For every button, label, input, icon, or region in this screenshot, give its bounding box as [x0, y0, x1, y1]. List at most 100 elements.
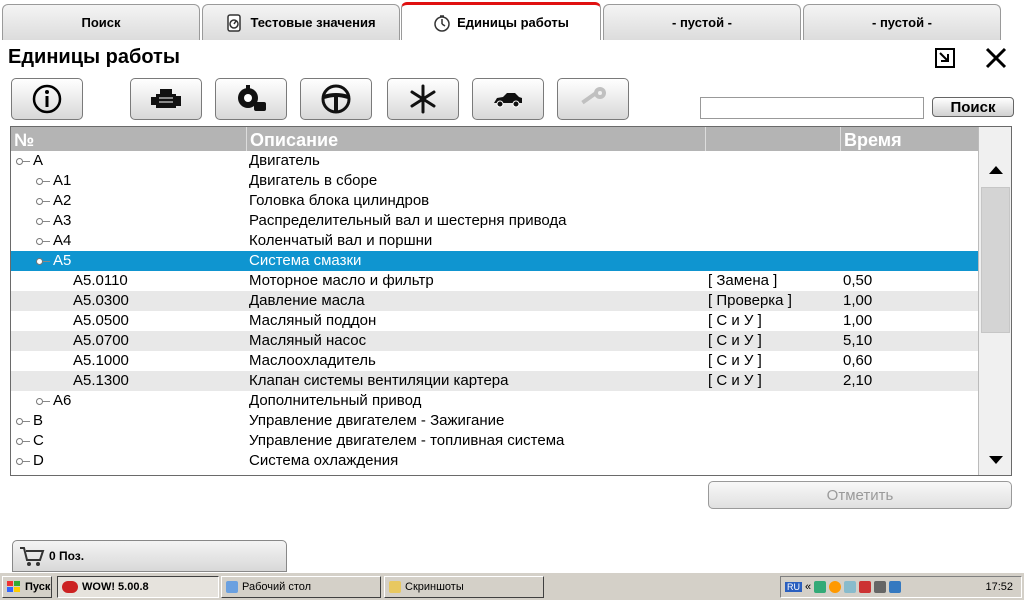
- tree-expander-icon[interactable]: [36, 258, 43, 265]
- cell-code: A3: [53, 212, 72, 229]
- info-button[interactable]: [11, 78, 83, 120]
- tree-connector: [43, 241, 50, 242]
- header-description[interactable]: Описание: [247, 127, 706, 151]
- scroll-up-button[interactable]: [979, 155, 1011, 185]
- cell-description: Масляный поддон: [249, 312, 377, 329]
- taskbar-item-screenshots[interactable]: Скриншоты: [384, 576, 544, 598]
- table-row[interactable]: A5.0700 Масляный насос [ С и У ] 5,10: [11, 331, 978, 351]
- security-icon[interactable]: [859, 581, 872, 593]
- clock-icon: [434, 14, 450, 32]
- info-icon: [32, 84, 62, 114]
- cell-operation: [ С и У ]: [708, 372, 762, 389]
- cart-count: 0 Поз.: [49, 549, 85, 563]
- tree-connector: [23, 441, 30, 442]
- tree-expander-icon[interactable]: [16, 458, 23, 465]
- tab-label: - пустой -: [872, 15, 932, 30]
- close-button[interactable]: [984, 46, 1008, 70]
- cell-time: 0,50: [843, 272, 873, 289]
- table-row[interactable]: A5.0300 Давление масла [ Проверка ] 1,00: [11, 291, 978, 311]
- header-code[interactable]: №: [11, 127, 247, 151]
- taskbar-item-desktop[interactable]: Рабочий стол: [221, 576, 381, 598]
- cell-code: A5: [53, 252, 72, 269]
- tree-expander-icon[interactable]: [36, 198, 43, 205]
- update-icon[interactable]: [829, 581, 842, 593]
- climate-button[interactable]: [387, 78, 459, 120]
- cell-operation: [ С и У ]: [708, 312, 762, 329]
- gauge-icon: [227, 13, 242, 32]
- body-button[interactable]: [472, 78, 544, 120]
- restore-button[interactable]: [933, 46, 957, 70]
- header-time[interactable]: Время: [841, 127, 978, 151]
- table-row[interactable]: A5 Система смазки: [11, 251, 978, 271]
- tree-expander-icon[interactable]: [16, 418, 23, 425]
- cell-operation: [ Замена ]: [708, 272, 778, 289]
- search-button[interactable]: Поиск: [932, 97, 1014, 117]
- cell-code: B: [33, 412, 44, 429]
- cart-button[interactable]: 0 Поз.: [12, 540, 287, 572]
- table-row[interactable]: A5.0110 Моторное масло и фильтр [ Замена ]…: [11, 271, 978, 291]
- tree-expander-icon[interactable]: [36, 398, 43, 405]
- language-indicator[interactable]: RU: [785, 582, 802, 592]
- table-row[interactable]: A5.1300 Клапан системы вентиляции картера…: [11, 371, 978, 391]
- cell-code: A5.0700: [73, 332, 129, 349]
- cell-code: A5.1000: [73, 352, 129, 369]
- tree-expander-icon[interactable]: [36, 178, 43, 185]
- table-row[interactable]: A2 Головка блока цилиндров: [11, 191, 978, 211]
- table-row[interactable]: A3 Распределительный вал и шестерня приво…: [11, 211, 978, 231]
- scroll-down-button[interactable]: [979, 445, 1011, 475]
- scrollbar[interactable]: [978, 127, 1011, 475]
- table-row[interactable]: A5.0500 Масляный поддон [ С и У ] 1,00: [11, 311, 978, 331]
- cell-time: 1,00: [843, 312, 873, 329]
- tree-connector: [43, 181, 50, 182]
- cell-code: A: [33, 152, 44, 169]
- start-button[interactable]: Пуск: [2, 576, 52, 598]
- header-operation[interactable]: [706, 127, 841, 151]
- table-row[interactable]: A1 Двигатель в сборе: [11, 171, 978, 191]
- tab-work-units[interactable]: Единицы работы: [401, 2, 601, 40]
- transmission-button[interactable]: [215, 78, 287, 120]
- tab-test-values[interactable]: Тестовые значения: [202, 4, 400, 40]
- cart-icon: [20, 547, 45, 566]
- cell-operation: [ С и У ]: [708, 352, 762, 369]
- tree-expander-icon[interactable]: [16, 438, 23, 445]
- tab-label: Поиск: [81, 15, 121, 30]
- table-row[interactable]: A6 Дополнительный привод: [11, 391, 978, 411]
- transmission-icon: [238, 85, 266, 111]
- key-button[interactable]: [557, 78, 629, 120]
- mark-button[interactable]: Отметить: [708, 481, 1012, 509]
- table-row[interactable]: A Двигатель: [11, 151, 978, 171]
- volume-icon[interactable]: [874, 581, 887, 593]
- tray-expand-icon[interactable]: «: [805, 581, 811, 593]
- tree-connector: [43, 221, 50, 222]
- cell-description: Давление масла: [249, 292, 365, 309]
- tree-expander-icon[interactable]: [36, 238, 43, 245]
- steering-wheel-icon: [321, 84, 351, 114]
- table-row[interactable]: D Система охлаждения: [11, 451, 978, 471]
- table-row[interactable]: B Управление двигателем - Зажигание: [11, 411, 978, 431]
- table-row[interactable]: A4 Коленчатый вал и поршни: [11, 231, 978, 251]
- tab-empty-2[interactable]: - пустой -: [803, 4, 1001, 40]
- printer-icon[interactable]: [844, 581, 857, 593]
- taskbar-item-wow[interactable]: WOW! 5.00.8: [57, 576, 219, 598]
- cell-description: Управление двигателем - топливная систем…: [249, 432, 565, 449]
- tab-empty-1[interactable]: - пустой -: [603, 4, 801, 40]
- table-row[interactable]: C Управление двигателем - топливная систе…: [11, 431, 978, 451]
- tree-expander-icon[interactable]: [36, 218, 43, 225]
- network-icon[interactable]: [814, 581, 827, 593]
- steering-button[interactable]: [300, 78, 372, 120]
- cell-description: Моторное масло и фильтр: [249, 272, 434, 289]
- system-tray: RU « 17:52: [780, 576, 1022, 598]
- display-icon[interactable]: [889, 581, 902, 593]
- tree-expander-icon[interactable]: [16, 158, 23, 165]
- cell-code: A5.0300: [73, 292, 129, 309]
- table-row[interactable]: A5.1000 Маслоохладитель [ С и У ] 0,60: [11, 351, 978, 371]
- cell-operation: [ Проверка ]: [708, 292, 792, 309]
- close-icon: [985, 47, 1007, 69]
- scroll-thumb[interactable]: [981, 187, 1010, 333]
- tab-search[interactable]: Поиск: [2, 4, 200, 40]
- wow-app-icon: [62, 581, 78, 593]
- search-input[interactable]: [700, 97, 924, 119]
- table-body: A Двигатель A1 Двигатель в сборе A2 Головка б…: [11, 151, 978, 471]
- cell-description: Двигатель: [249, 152, 320, 169]
- engine-button[interactable]: [130, 78, 202, 120]
